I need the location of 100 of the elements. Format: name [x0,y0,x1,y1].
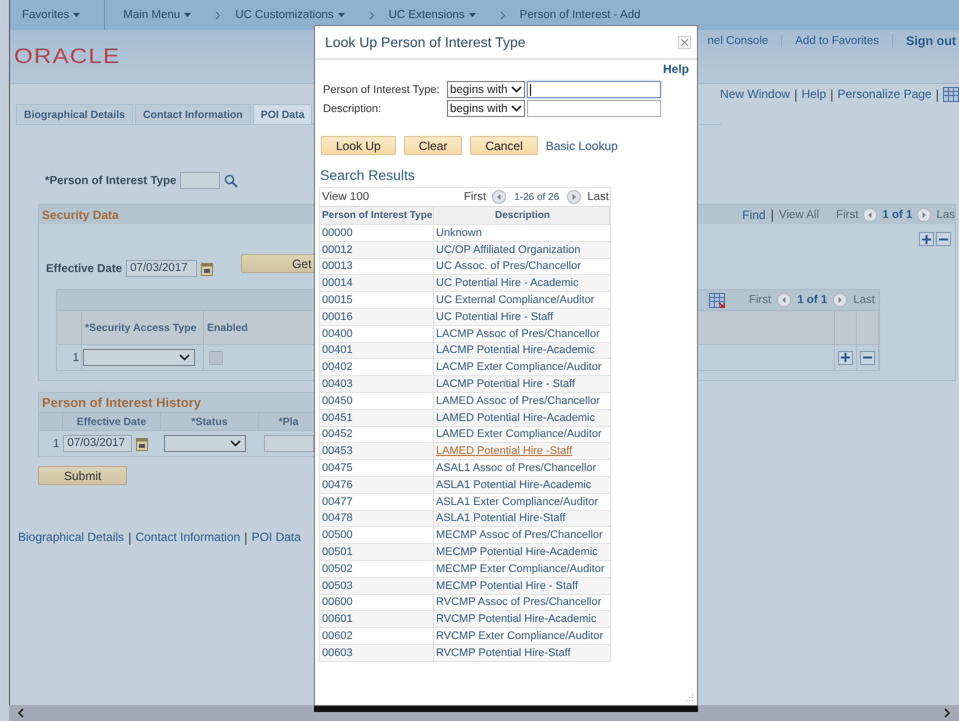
result-link[interactable]: MECMP Potential Hire-Academic [436,546,598,558]
result-link[interactable]: LAMED Potential Hire -Staff [436,445,572,458]
calendar-icon[interactable] [201,262,214,276]
date-field[interactable]: 07/03/2017 [126,260,198,277]
input-field[interactable] [180,172,220,189]
header-link[interactable]: Sign out [892,34,959,48]
view-all-link[interactable]: View 100 [322,191,370,203]
result-link[interactable]: 00401 [322,344,353,356]
result-link[interactable]: LAMED Exter Compliance/Auditor [436,428,602,440]
menu-item[interactable]: Person of Interest - Add [520,9,640,21]
footer-link[interactable]: Biographical Details [18,530,124,545]
header-link[interactable]: Add to Favorites [781,35,892,47]
result-link[interactable]: RVCMP Potential Hire-Staff [436,646,571,659]
basic-lookup-link[interactable]: Basic Lookup [546,138,618,152]
result-link[interactable]: LAMED Potential Hire-Academic [436,412,595,424]
tab[interactable]: POI Data [252,104,312,124]
page-link[interactable]: New Window [720,87,790,101]
dropdown[interactable] [164,435,246,452]
resize-grip-icon[interactable] [685,693,694,702]
tab[interactable]: Contact Information [134,104,251,124]
result-link[interactable]: LACMP Potential Hire-Academic [436,344,595,356]
find-link[interactable]: Find [742,208,766,222]
first-link[interactable]: First [464,191,486,203]
checkbox[interactable] [209,350,223,364]
result-link[interactable]: RVCMP Exter Compliance/Auditor [436,630,604,642]
result-link[interactable]: 00478 [322,512,353,524]
previous-icon[interactable] [777,293,792,307]
delete-row-button[interactable] [860,350,875,364]
input-field[interactable] [527,81,661,98]
search-icon[interactable] [224,174,238,188]
result-link[interactable]: 00450 [322,394,353,407]
calendar-icon[interactable] [136,436,148,450]
operator-dropdown[interactable]: begins with [447,81,525,98]
result-link[interactable]: 00013 [322,260,353,272]
grid-icon[interactable] [943,86,959,102]
dialog-button[interactable]: Look Up [321,136,396,155]
result-link[interactable]: RVCMP Potential Hire-Academic [436,613,596,626]
previous-icon[interactable] [492,190,506,204]
result-link[interactable]: LACMP Potential Hire - Staff [436,378,575,390]
result-link[interactable]: 00403 [322,378,353,390]
result-link[interactable]: 00603 [322,646,353,659]
result-link[interactable]: LAMED Assoc of Pres/Chancellor [436,394,600,407]
result-link[interactable]: 00012 [322,244,353,256]
help-link[interactable]: Help [662,62,689,76]
result-link[interactable]: 00452 [322,428,353,440]
result-link[interactable]: MECMP Potential Hire - Staff [436,580,578,592]
result-link[interactable]: UC Potential Hire - Staff [436,310,554,323]
result-link[interactable]: 00015 [322,294,353,306]
result-link[interactable]: 00476 [322,478,353,491]
input-field[interactable] [264,435,314,452]
result-link[interactable]: RVCMP Assoc of Pres/Chancellor [436,596,602,608]
result-link[interactable]: 00501 [322,546,353,558]
result-link[interactable]: 00402 [322,361,353,374]
last-link[interactable]: Last [587,191,609,203]
result-link[interactable]: UC Potential Hire - Academic [436,277,578,290]
operator-dropdown[interactable]: begins with [447,100,525,117]
result-link[interactable]: 00000 [322,226,353,239]
header-link[interactable]: nel Console [694,35,782,47]
input-field[interactable] [527,100,661,117]
result-link[interactable]: 00451 [322,412,353,424]
result-link[interactable]: MECMP Exter Compliance/Auditor [436,562,605,575]
date-field[interactable]: 07/03/2017 [63,435,132,452]
result-link[interactable]: ASAL1 Assoc of Pres/Chancellor [436,462,596,474]
dropdown[interactable] [83,349,195,366]
result-link[interactable]: 00453 [322,445,353,458]
grid-icon[interactable] [708,292,725,308]
page-link[interactable]: Personalize Page [838,87,932,101]
next-icon[interactable] [567,190,582,204]
page-link[interactable]: Help [801,87,826,101]
next-icon[interactable] [917,208,932,222]
result-link[interactable]: LACMP Exter Compliance/Auditor [436,361,602,374]
result-link[interactable]: UC Assoc. of Pres/Chancellor [436,260,581,272]
menu-item[interactable]: UC Extensions [388,9,465,21]
result-link[interactable]: UC External Compliance/Auditor [436,294,594,306]
close-button[interactable] [678,36,691,48]
scroll-right-icon[interactable] [944,708,951,718]
result-link[interactable]: UC/OP Affiliated Organization [436,244,581,256]
result-link[interactable]: 00014 [322,277,353,290]
result-link[interactable]: 00600 [322,596,353,608]
tab[interactable]: Biographical Details [16,104,133,124]
result-link[interactable]: Unknown [436,226,482,239]
menu-item[interactable]: Main Menu [123,9,180,21]
result-link[interactable]: MECMP Assoc of Pres/Chancellor [436,529,603,542]
result-link[interactable]: 00477 [322,496,353,508]
add-row-button[interactable] [838,350,853,364]
result-link[interactable]: 00400 [322,328,353,340]
dialog-button[interactable]: Clear [404,136,462,155]
result-link[interactable]: 00602 [322,630,353,642]
scroll-left-icon[interactable] [17,708,24,718]
delete-row-button[interactable] [936,232,951,246]
result-link[interactable]: 00500 [322,529,353,542]
result-link[interactable]: 00601 [322,613,353,626]
result-link[interactable]: 00475 [322,462,353,474]
dialog-button[interactable]: Cancel [470,136,538,155]
add-row-button[interactable] [919,232,934,246]
result-link[interactable]: ASLA1 Potential Hire-Staff [436,512,566,524]
previous-icon[interactable] [863,208,878,222]
footer-link[interactable]: Contact Information [135,530,240,545]
submit-button[interactable]: Submit [38,466,128,485]
result-link[interactable]: ASLA1 Exter Compliance/Auditor [436,496,598,508]
